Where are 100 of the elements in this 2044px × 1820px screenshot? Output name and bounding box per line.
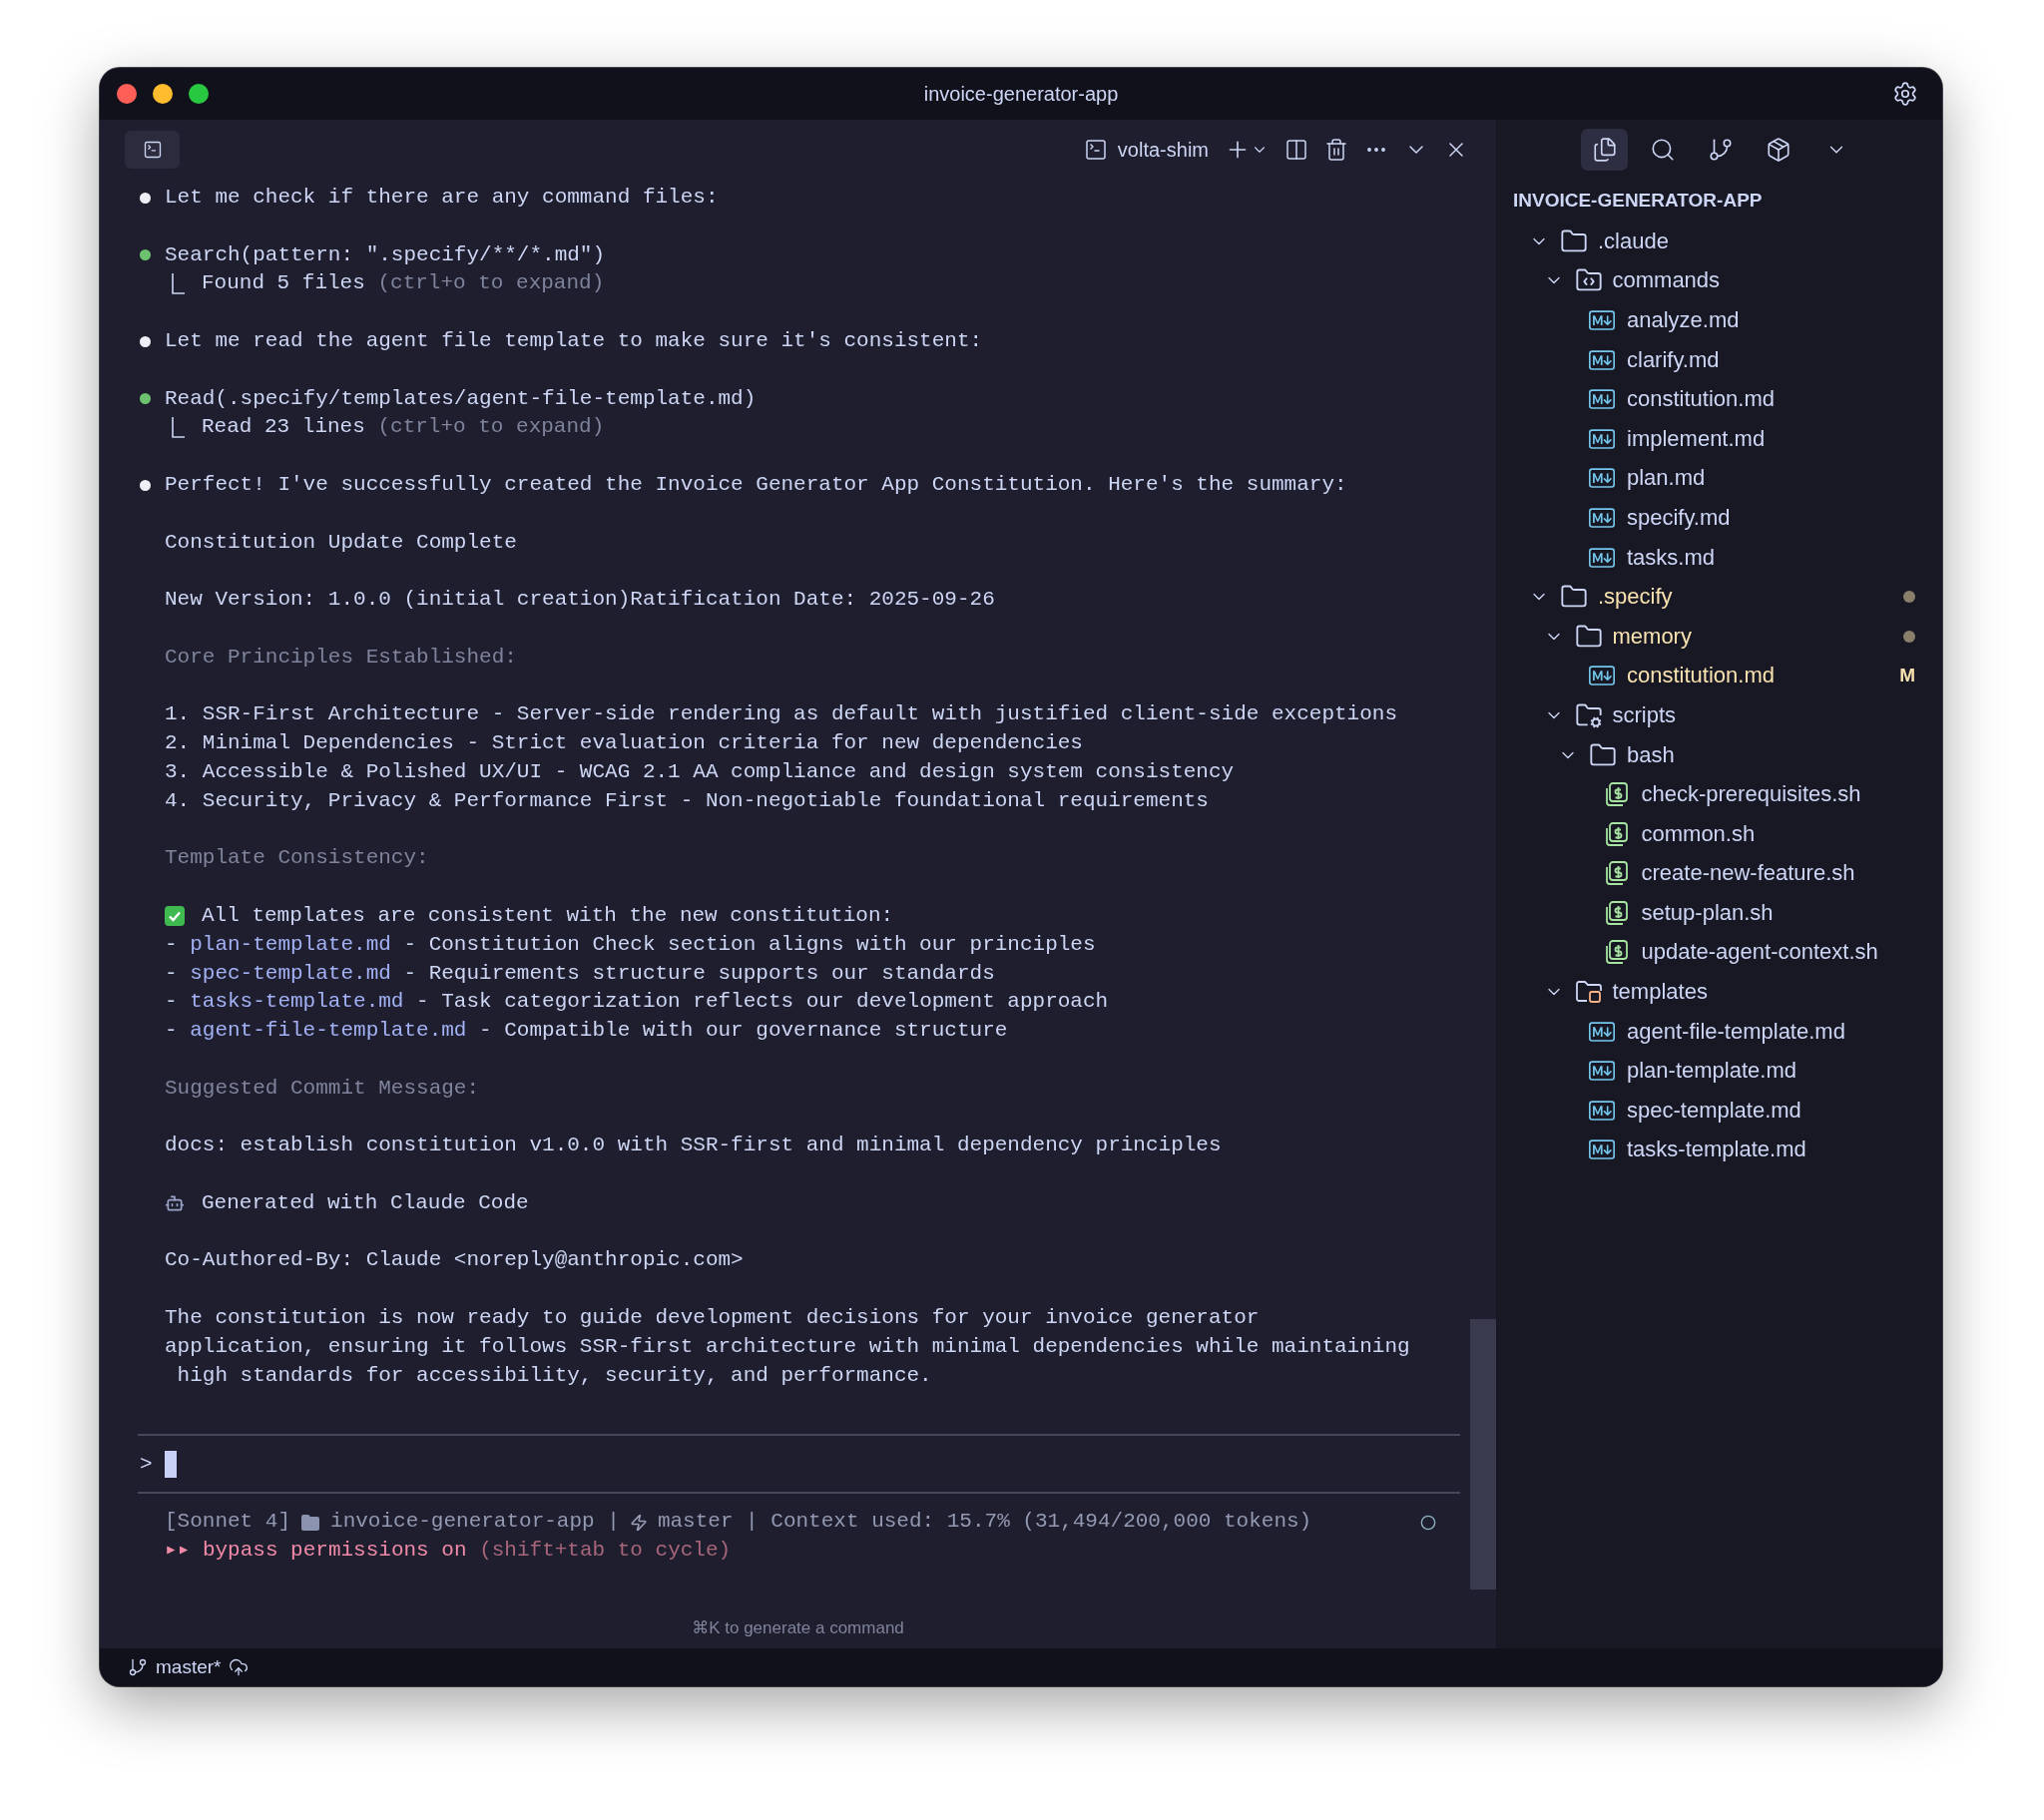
prompt-symbol: > [140, 1452, 153, 1476]
robot-icon [165, 1193, 185, 1214]
message-text: Perfect! I've successfully created the Invoice Generator App Constitution. Here's the summary: [165, 471, 1347, 498]
list-dash: - [165, 931, 178, 958]
list-dash: - [165, 960, 178, 987]
message-text: 3. Accessible & Polished UX/UI - WCAG 2.1 AA compliance and design system consistency [165, 758, 1235, 785]
elbow-icon [171, 272, 185, 295]
markdown-file-icon [1589, 307, 1615, 333]
minimize-window-button[interactable] [153, 84, 173, 104]
file-name[interactable]: analyze.md [1627, 307, 1915, 333]
elbow-icon [171, 416, 185, 439]
zoom-window-button[interactable] [189, 84, 209, 104]
script-file-icon [1603, 899, 1630, 926]
message-text: Let me read the agent file template to make sure it's consistent: [165, 328, 983, 354]
check-icon [165, 906, 185, 927]
terminal-toggle-button[interactable] [125, 131, 180, 169]
branch-name[interactable]: master* [156, 1656, 222, 1678]
text-cursor [164, 1450, 177, 1478]
message-text: 2. Minimal Dependencies - Strict evaluation criteria for new dependencies [165, 730, 1083, 757]
file-name[interactable]: spec-template.md [1627, 1097, 1915, 1124]
file-name[interactable]: check-prerequisites.sh [1641, 781, 1915, 808]
expand-hint: (ctrl+o to expand) [377, 414, 605, 441]
folder-name[interactable]: .claude [1598, 228, 1915, 254]
message-text: Generated with Claude Code [202, 1189, 529, 1216]
files-icon[interactable] [1581, 129, 1628, 171]
file-link[interactable]: spec-template.md [190, 959, 391, 989]
modified-dot [1903, 591, 1915, 604]
message-text: Co-Authored-By: Claude <noreply@anthropic.com> [165, 1247, 744, 1274]
circle-icon [1420, 1514, 1436, 1531]
file-name[interactable]: update-agent-context.sh [1641, 939, 1915, 966]
file-name[interactable]: common.sh [1641, 820, 1915, 847]
file-link[interactable]: agent-file-template.md [190, 1017, 467, 1046]
list-item-text: - Compatible with our governance structure [479, 1018, 1008, 1045]
message-text: application, ensuring it follows SSR-first architecture with minimal dependencies while maintaining [165, 1333, 1410, 1360]
modified-dot [1903, 630, 1915, 643]
message-text: Let me check if there are any command files: [165, 185, 719, 211]
expand-hint: (ctrl+o to expand) [377, 270, 605, 297]
file-name[interactable]: tasks-template.md [1627, 1137, 1915, 1163]
trash-icon[interactable] [1324, 138, 1348, 162]
bullet-dot [140, 192, 151, 204]
bullet-dot [140, 479, 151, 491]
terminal-icon [142, 140, 163, 160]
lightning-icon [629, 1513, 648, 1532]
script-file-icon [1603, 939, 1630, 966]
message-text: The constitution is now ready to guide development decisions for your invoice generator [165, 1305, 1260, 1332]
bullet-dot [140, 393, 151, 405]
folder-icon [300, 1513, 321, 1532]
folder-icon [1574, 979, 1603, 1006]
message-text: 4. Security, Privacy & Performance First - Non-negotiable foundational requirements [165, 787, 1209, 814]
split-icon[interactable] [1284, 138, 1308, 162]
file-name[interactable]: constitution.md [1627, 663, 1900, 689]
close-window-button[interactable] [117, 84, 137, 104]
file-link[interactable]: tasks-template.md [190, 988, 404, 1018]
message-text: docs: establish constitution v1.0.0 with SSR-first and minimal dependency principles [165, 1133, 1222, 1159]
terminal-icon [1083, 138, 1108, 162]
folder-name[interactable]: templates [1612, 979, 1915, 1006]
window-title: invoice-generator-app [923, 82, 1119, 106]
script-file-icon [1603, 860, 1630, 887]
script-file-icon [1603, 820, 1630, 847]
section-heading: Core Principles Established: [165, 644, 517, 671]
list-item-text: - Requirements structure supports our standards [403, 960, 995, 987]
branch-icon [128, 1657, 148, 1677]
result-text: Found 5 files [202, 270, 365, 297]
file-name[interactable]: plan.md [1627, 465, 1915, 492]
model-label: [Sonnet 4] [165, 1509, 291, 1536]
file-name[interactable]: specify.md [1627, 504, 1915, 531]
context-usage: master | Context used: 15.7% (31,494/200,000 tokens) [657, 1509, 1312, 1536]
settings-icon[interactable] [1892, 81, 1918, 107]
file-name[interactable]: implement.md [1627, 425, 1915, 452]
list-item-text: - Task categorization reflects our development approach [416, 989, 1109, 1016]
file-link[interactable]: plan-template.md [190, 930, 391, 960]
file-name[interactable]: constitution.md [1627, 386, 1915, 413]
file-name[interactable]: plan-template.md [1627, 1058, 1915, 1085]
file-name[interactable]: setup-plan.sh [1641, 899, 1915, 926]
list-dash: - [165, 1018, 178, 1045]
tool-call: Read(.specify/templates/agent-file-template.md) [165, 385, 757, 412]
scrollbar-thumb[interactable] [1470, 1319, 1496, 1590]
folder-name[interactable]: bash [1627, 741, 1915, 768]
terminal-tab[interactable]: volta-shim [1083, 138, 1209, 162]
folder-name[interactable]: memory [1612, 623, 1903, 650]
message-text: 1. SSR-First Architecture - Server-side rendering as default with justified client-side exceptions [165, 701, 1397, 728]
message-text: New Version: 1.0.0 (initial creation)Ratification Date: 2025-09-26 [165, 587, 995, 614]
project-label: invoice-generator-app | [330, 1509, 620, 1536]
bullet-dot [140, 249, 151, 261]
explorer-title: INVOICE-GENERATOR-APP [1512, 189, 1764, 213]
list-item-text: - Constitution Check section aligns with our principles [403, 931, 1096, 958]
file-name[interactable]: create-new-feature.sh [1641, 860, 1915, 887]
folder-name[interactable]: scripts [1612, 701, 1915, 728]
message-text: Constitution Update Complete [165, 529, 517, 556]
modified-status-label: M [1899, 665, 1915, 687]
cloud-upload-icon[interactable] [229, 1657, 250, 1677]
folder-name[interactable]: .specify [1598, 584, 1903, 611]
section-heading: Suggested Commit Message: [165, 1075, 480, 1102]
file-name[interactable]: tasks.md [1627, 544, 1915, 571]
result-text: Read 23 lines [202, 414, 365, 441]
folder-name[interactable]: commands [1612, 267, 1915, 294]
tool-call: Search(pattern: ".specify/**/*.md") [165, 241, 606, 268]
file-name[interactable]: clarify.md [1627, 346, 1915, 373]
message-text: high standards for accessibility, security, and performance. [176, 1362, 932, 1389]
file-name[interactable]: agent-file-template.md [1627, 1018, 1915, 1045]
